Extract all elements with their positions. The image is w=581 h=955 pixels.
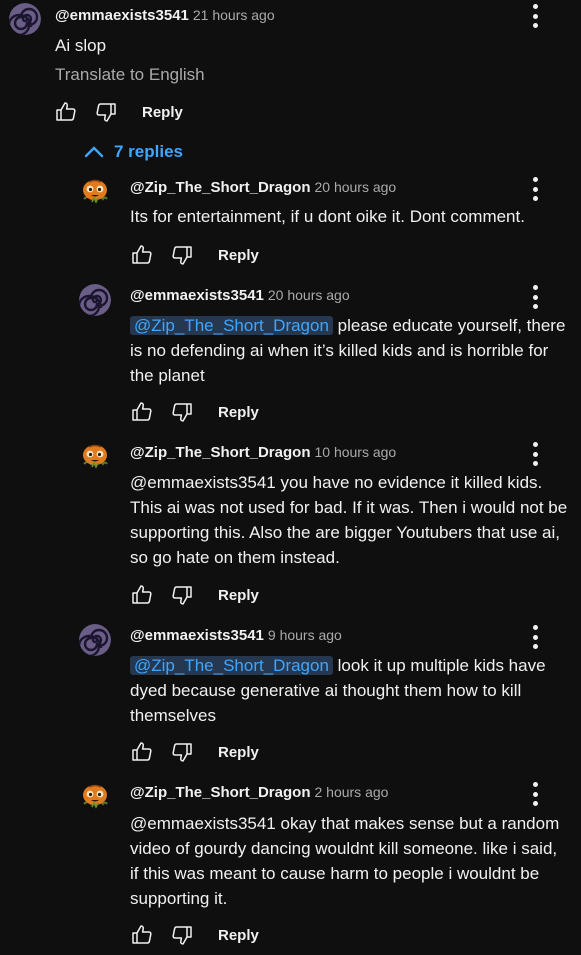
comment-header: @Zip_The_Short_Dragon 2 hours ago (130, 784, 388, 801)
comment-header: @emmaexists3541 9 hours ago (130, 627, 342, 644)
reply-button[interactable]: Reply (218, 587, 259, 604)
like-icon[interactable] (130, 400, 154, 424)
spiral-avatar-icon[interactable] (79, 624, 111, 656)
comment-text: Its for entertainment, if u dont oike it… (130, 207, 525, 226)
reply-button[interactable]: Reply (218, 247, 259, 264)
spiral-avatar-icon[interactable] (9, 3, 41, 35)
like-icon[interactable] (130, 583, 154, 607)
comment-actions: Reply (130, 241, 259, 269)
timestamp[interactable]: 20 hours ago (268, 287, 350, 303)
mention-link[interactable]: @Zip_The_Short_Dragon (130, 656, 333, 675)
like-icon[interactable] (130, 243, 154, 267)
spiral-avatar-icon[interactable] (79, 284, 111, 316)
more-options-icon[interactable] (532, 285, 538, 309)
author-handle[interactable]: @Zip_The_Short_Dragon (130, 784, 310, 801)
like-icon[interactable] (54, 100, 78, 124)
author-handle[interactable]: @Zip_The_Short_Dragon (130, 444, 310, 461)
dislike-icon[interactable] (170, 243, 194, 267)
dislike-icon[interactable] (170, 583, 194, 607)
dislike-icon[interactable] (170, 923, 194, 947)
pumpkin-avatar-icon[interactable] (79, 781, 111, 813)
reply-button[interactable]: Reply (218, 744, 259, 761)
timestamp[interactable]: 20 hours ago (314, 179, 396, 195)
mention-link[interactable]: @Zip_The_Short_Dragon (130, 316, 333, 335)
comment-header: @emmaexists3541 21 hours ago (55, 7, 275, 24)
timestamp[interactable]: 9 hours ago (268, 627, 342, 643)
dislike-icon[interactable] (170, 400, 194, 424)
author-handle[interactable]: @emmaexists3541 (130, 627, 264, 644)
pumpkin-avatar-icon[interactable] (79, 176, 111, 208)
comment-text: @emmaexists3541 okay that makes sense bu… (130, 814, 560, 908)
comment-actions: Reply (130, 398, 259, 426)
comment-text: @Zip_The_Short_Dragon please educate you… (130, 313, 570, 388)
comment-actions: Reply (54, 98, 183, 126)
translate-link[interactable]: Translate to English (55, 65, 205, 85)
more-options-icon[interactable] (532, 4, 538, 28)
dislike-icon[interactable] (170, 740, 194, 764)
more-options-icon[interactable] (532, 442, 538, 466)
comment-text: @emmaexists3541 you have no evidence it … (130, 473, 568, 567)
replies-toggle[interactable]: 7 replies (84, 142, 183, 162)
timestamp[interactable]: 21 hours ago (193, 7, 275, 23)
timestamp[interactable]: 10 hours ago (314, 444, 396, 460)
reply-button[interactable]: Reply (218, 927, 259, 944)
author-handle[interactable]: @emmaexists3541 (130, 287, 264, 304)
timestamp[interactable]: 2 hours ago (314, 784, 388, 800)
comment-header: @Zip_The_Short_Dragon 10 hours ago (130, 444, 396, 461)
author-handle[interactable]: @emmaexists3541 (55, 7, 189, 24)
comment-text: @Zip_The_Short_Dragon look it up multipl… (130, 653, 570, 728)
comment-header: @Zip_The_Short_Dragon 20 hours ago (130, 179, 396, 196)
comment-actions: Reply (130, 581, 259, 609)
like-icon[interactable] (130, 923, 154, 947)
comment-header: @emmaexists3541 20 hours ago (130, 287, 350, 304)
comment-actions: Reply (130, 921, 259, 949)
more-options-icon[interactable] (532, 625, 538, 649)
like-icon[interactable] (130, 740, 154, 764)
comment-text: Ai slop (55, 36, 107, 55)
dislike-icon[interactable] (94, 100, 118, 124)
pumpkin-avatar-icon[interactable] (79, 441, 111, 473)
more-options-icon[interactable] (532, 177, 538, 201)
replies-toggle-label: 7 replies (114, 142, 183, 161)
reply-button[interactable]: Reply (218, 404, 259, 421)
reply-button[interactable]: Reply (142, 104, 183, 121)
more-options-icon[interactable] (532, 782, 538, 806)
chevron-up-icon (84, 146, 104, 158)
comment-actions: Reply (130, 738, 259, 766)
author-handle[interactable]: @Zip_The_Short_Dragon (130, 179, 310, 196)
